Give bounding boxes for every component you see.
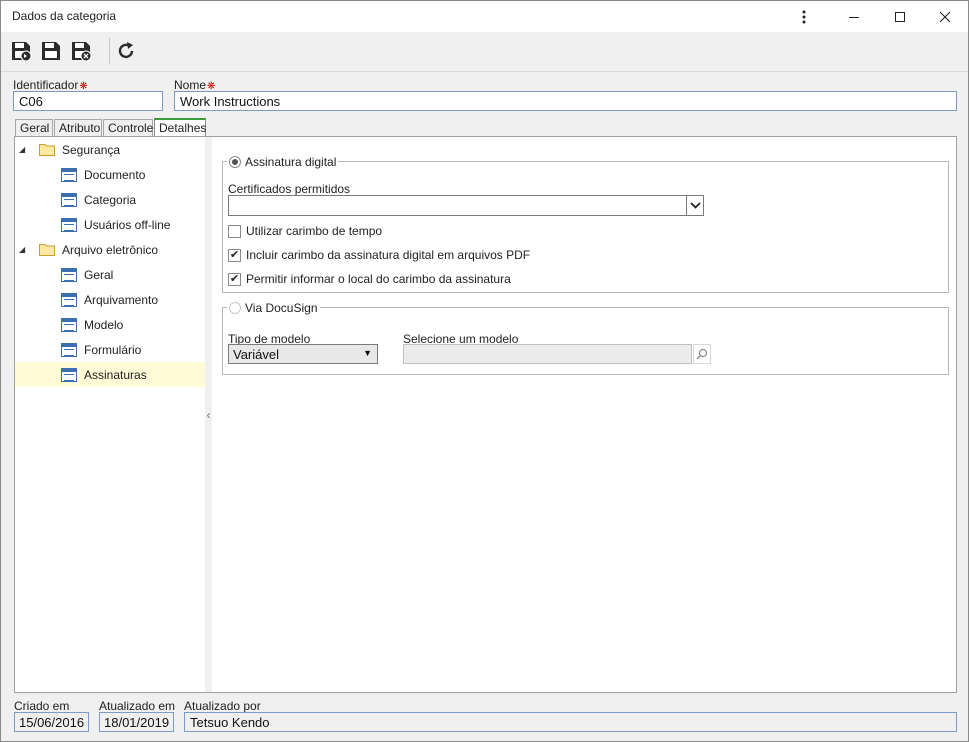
tree-group-seguranca[interactable]: ◢ Segurança [19,137,205,162]
tree-item-modelo[interactable]: Modelo [61,312,123,337]
panel-splitter[interactable]: ‹ [205,137,212,692]
assinatura-digital-option[interactable]: Assinatura digital [227,155,339,169]
atualizado-em-field: 18/01/2019 [99,712,174,732]
permitir-local-checkbox[interactable]: ✔ [228,272,241,286]
form-icon [61,342,77,357]
save-and-new-icon[interactable] [8,38,34,64]
minimize-icon[interactable] [831,1,877,32]
tab-controle[interactable]: Controle [103,119,153,136]
tree-item-assinaturas[interactable]: Assinaturas [15,362,205,387]
atualizado-em-label: Atualizado em [99,699,176,713]
nome-label: Nome❋ [174,78,216,92]
atualizado-por-label: Atualizado por [184,699,261,713]
folder-icon [39,143,55,156]
form-icon [61,317,77,332]
chevron-down-icon[interactable] [686,196,703,215]
maximize-icon[interactable] [877,1,923,32]
nome-field[interactable]: Work Instructions [174,91,957,111]
collapse-triangle-icon[interactable]: ◢ [19,245,29,254]
tab-detalhes[interactable]: Detalhes [154,118,206,136]
toolbar-separator [109,38,110,64]
form-icon [61,367,77,382]
utilizar-carimbo-option[interactable]: Utilizar carimbo de tempo [228,224,382,238]
tree-item-formulario[interactable]: Formulário [61,337,141,362]
incluir-carimbo-checkbox[interactable]: ✔ [228,248,241,262]
refresh-icon[interactable] [113,38,139,64]
docusign-option[interactable]: Via DocuSign [227,301,320,315]
incluir-carimbo-option[interactable]: ✔ Incluir carimbo da assinatura digital … [228,248,530,262]
form-icon [61,292,77,307]
folder-icon [39,243,55,256]
tree-item-categoria[interactable]: Categoria [61,187,136,212]
utilizar-carimbo-checkbox[interactable] [228,224,241,238]
title-bar: Dados da categoria [1,1,968,32]
assinatura-digital-radio[interactable] [229,156,241,168]
collapse-triangle-icon[interactable]: ◢ [19,145,29,154]
docusign-group: Via DocuSign Tipo de modelo Variável ▼ S… [222,301,949,375]
navigation-tree: ◢ Segurança Documento Categoria Usuários… [15,137,205,692]
save-and-close-icon[interactable] [68,38,94,64]
more-vert-icon[interactable] [781,1,827,32]
identificador-field[interactable]: C06 [13,91,163,111]
search-icon[interactable] [693,344,711,364]
category-data-window: Dados da categoria Identificador❋ C06 No… [0,0,969,742]
tree-item-arquivamento[interactable]: Arquivamento [61,287,158,312]
dropdown-arrow-icon[interactable]: ▼ [363,348,372,358]
collapse-left-icon[interactable]: ‹ [207,408,211,422]
tab-geral[interactable]: Geral [15,119,53,136]
certificados-select[interactable] [228,195,704,216]
identificador-label: Identificador❋ [13,78,88,92]
tab-content: ◢ Segurança Documento Categoria Usuários… [14,136,957,693]
tree-item-documento[interactable]: Documento [61,162,145,187]
tree-item-geral[interactable]: Geral [61,262,113,287]
tree-group-arquivo-eletronico[interactable]: ◢ Arquivo eletrônico [19,237,205,262]
certificados-label: Certificados permitidos [228,182,351,196]
window-title: Dados da categoria [12,9,117,23]
close-icon[interactable] [922,1,968,32]
assinatura-digital-group: Assinatura digital Certificados permitid… [222,155,949,293]
docusign-radio[interactable] [229,302,241,314]
atualizado-por-field: Tetsuo Kendo [184,712,957,732]
form-icon [61,217,77,232]
selecione-modelo-field[interactable] [403,344,692,364]
criado-em-field: 15/06/2016 [14,712,89,732]
form-icon [61,267,77,282]
tipo-modelo-select[interactable]: Variável ▼ [228,344,378,364]
permitir-local-option[interactable]: ✔ Permitir informar o local do carimbo d… [228,272,511,286]
save-icon[interactable] [38,38,64,64]
tab-atributo[interactable]: Atributo [54,119,102,136]
tree-item-usuarios-off-line[interactable]: Usuários off-line [61,212,170,237]
criado-em-label: Criado em [14,699,70,713]
toolbar [1,32,968,72]
form-icon [61,167,77,182]
form-icon [61,192,77,207]
